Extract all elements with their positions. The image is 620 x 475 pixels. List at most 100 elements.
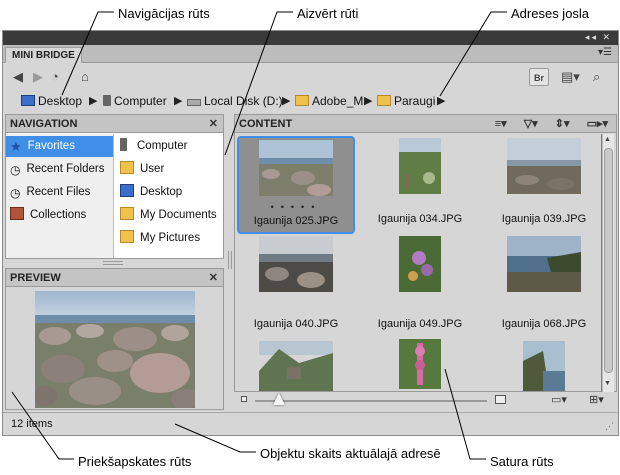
- navigation-left-column: ★ Favorites ◷ Recent Folders ◷ Recent Files…: [6, 134, 114, 258]
- crumb-separator-icon[interactable]: ▶: [89, 93, 97, 109]
- thumbnail-item[interactable]: [485, 339, 603, 393]
- nav-item-recent-folders[interactable]: ◷ Recent Folders: [6, 159, 104, 180]
- preview-pane: PREVIEW ✕: [5, 268, 224, 410]
- navigation-pane: NAVIGATION ✕ ★ Favorites ◷ Recent Folders …: [5, 114, 224, 259]
- recent-history-icon[interactable]: ◔: [51, 68, 59, 86]
- nav-item-user[interactable]: User: [116, 159, 164, 180]
- preview-image: [35, 291, 195, 408]
- thumbnail-caption: Igaunija 068.JPG: [501, 318, 587, 330]
- document-options-icon[interactable]: ▤▾: [561, 68, 580, 86]
- navigation-pane-header: NAVIGATION ✕: [6, 115, 223, 133]
- preview-pane-header: PREVIEW ✕: [6, 269, 223, 287]
- thumbnail-image: [523, 341, 565, 391]
- nav-item-collections[interactable]: Collections: [6, 205, 86, 226]
- user-folder-icon: [120, 161, 134, 174]
- content-pane: CONTENT ≡▾ ▽▾ ⇕▾ ▭▸▾ ••••• Igaunija 025.…: [234, 114, 617, 392]
- nav-item-computer[interactable]: Computer: [116, 136, 188, 157]
- crumb-separator-icon[interactable]: ▶: [364, 93, 372, 109]
- thumbnail-caption: Igaunija 049.JPG: [377, 318, 463, 330]
- thumbnail-item[interactable]: Igaunija 068.JPG: [485, 234, 603, 332]
- close-icon[interactable]: ✕: [209, 117, 218, 130]
- sort-icon[interactable]: ⇕▾: [555, 118, 570, 130]
- collections-icon: [10, 207, 24, 220]
- go-to-bridge-button[interactable]: Br: [529, 68, 549, 86]
- crumb-adobe-m[interactable]: Adobe_M: [295, 93, 363, 109]
- thumbnail-item[interactable]: Igaunija 034.JPG: [361, 136, 479, 234]
- thumbnail-image: [399, 138, 441, 194]
- mini-bridge-panel: ◂◂ ✕ MINI BRIDGE ▾☰ ◀ ▶ ◔ ⌂ Br ▤▾ ⌕ Desk…: [2, 30, 619, 436]
- crumb-separator-icon[interactable]: ▶: [282, 93, 290, 109]
- vertical-splitter-handle[interactable]: [228, 251, 232, 269]
- crumb-local-disk[interactable]: Local Disk (D:): [187, 93, 283, 109]
- home-icon[interactable]: ⌂: [81, 68, 89, 86]
- thumbnail-item[interactable]: Igaunija 040.JPG: [237, 234, 355, 332]
- rating-dots[interactable]: •••••: [239, 202, 353, 212]
- resize-grip-icon[interactable]: ⋰: [605, 421, 614, 432]
- crumb-paraugi[interactable]: Paraugi: [377, 93, 435, 109]
- content-grid: ••••• Igaunija 025.JPG Igaunija 034.JPG …: [236, 134, 603, 392]
- thumbnail-size-slider-knob[interactable]: [273, 393, 285, 405]
- scroll-up-icon[interactable]: ▲: [604, 136, 611, 143]
- thumbnail-item[interactable]: Igaunija 039.JPG: [485, 136, 603, 234]
- disk-drive-icon: [187, 99, 201, 106]
- search-icon[interactable]: ⌕: [593, 68, 600, 86]
- content-scrollbar[interactable]: ▲ ▼: [602, 134, 614, 392]
- close-icon[interactable]: ✕: [209, 271, 218, 284]
- thumbnail-size-slider-track[interactable]: [255, 400, 487, 402]
- tools-icon[interactable]: ▭▸▾: [587, 118, 608, 130]
- computer-icon: [103, 95, 111, 106]
- thumbnail-image: [259, 140, 333, 196]
- scrollbar-thumb[interactable]: [604, 148, 613, 373]
- panel-menu-icon[interactable]: ▾☰: [598, 47, 612, 58]
- scroll-down-icon[interactable]: ▼: [604, 380, 611, 387]
- thumbnail-item[interactable]: ••••• Igaunija 025.JPG: [237, 136, 355, 234]
- thumbnail-image: [507, 236, 581, 292]
- content-bottom-bar: ▭▾ ⊞▾: [233, 390, 618, 412]
- view-mode-icon[interactable]: ▭▾: [551, 393, 567, 406]
- callout-item-count: Objektu skaits aktuālajā adresē: [260, 446, 441, 461]
- thumbnail-image: [399, 339, 441, 389]
- tab-mini-bridge[interactable]: MINI BRIDGE: [5, 47, 82, 63]
- large-thumbnail-icon[interactable]: [495, 395, 506, 404]
- nav-item-favorites[interactable]: ★ Favorites: [6, 136, 113, 157]
- back-arrow-icon[interactable]: ◀: [13, 68, 23, 86]
- crumb-separator-icon[interactable]: ▶: [174, 93, 182, 109]
- crumb-separator-icon[interactable]: ▶: [437, 93, 445, 109]
- pane-splitter-handle[interactable]: [103, 261, 123, 265]
- nav-item-recent-files[interactable]: ◷ Recent Files: [6, 182, 90, 203]
- collapse-icon[interactable]: ◂◂ ✕: [585, 32, 612, 43]
- thumbnail-item[interactable]: [361, 339, 479, 393]
- folder-icon: [377, 95, 391, 106]
- thumbnail-item[interactable]: Igaunija 049.JPG: [361, 234, 479, 332]
- thumbnail-image: [507, 138, 581, 194]
- computer-icon: [120, 138, 127, 151]
- nav-item-desktop[interactable]: Desktop: [116, 182, 182, 203]
- thumbnail-image: [259, 236, 333, 292]
- callout-close-pane: Aizvērt rūti: [297, 6, 359, 21]
- toolbar: ◀ ▶ ◔ ⌂ Br ▤▾ ⌕: [3, 64, 618, 90]
- filter-icon[interactable]: ▽▾: [524, 118, 538, 130]
- thumbnail-caption: Igaunija 039.JPG: [501, 213, 587, 225]
- star-icon: ★: [10, 139, 22, 154]
- nav-item-my-pictures[interactable]: My Pictures: [116, 228, 200, 249]
- grid-view-icon[interactable]: ⊞▾: [589, 393, 604, 406]
- desktop-icon: [120, 184, 134, 197]
- callout-navigation-pane: Navigācijas rūts: [118, 6, 210, 21]
- crumb-computer[interactable]: Computer: [103, 93, 167, 109]
- crumb-desktop[interactable]: Desktop: [21, 93, 82, 109]
- thumbnail-caption: Igaunija 040.JPG: [253, 318, 339, 330]
- callout-preview-pane: Priekšapskates rūts: [78, 454, 192, 469]
- item-count-label: 12 items: [11, 418, 53, 430]
- thumbnail-image: [259, 341, 333, 391]
- thumbnail-item[interactable]: [237, 339, 355, 393]
- small-thumbnail-icon[interactable]: [241, 396, 247, 402]
- forward-arrow-icon[interactable]: ▶: [33, 68, 43, 86]
- navigation-right-column: Computer User Desktop My Documents My Pi…: [116, 134, 223, 258]
- clock-icon: ◷: [10, 163, 21, 177]
- nav-item-my-documents[interactable]: My Documents: [116, 205, 217, 226]
- folder-icon: [120, 207, 134, 220]
- desktop-icon: [21, 95, 35, 106]
- view-options-icon[interactable]: ≡▾: [495, 118, 507, 130]
- thumbnail-caption: Igaunija 034.JPG: [377, 213, 463, 225]
- clock-icon: ◷: [10, 186, 21, 200]
